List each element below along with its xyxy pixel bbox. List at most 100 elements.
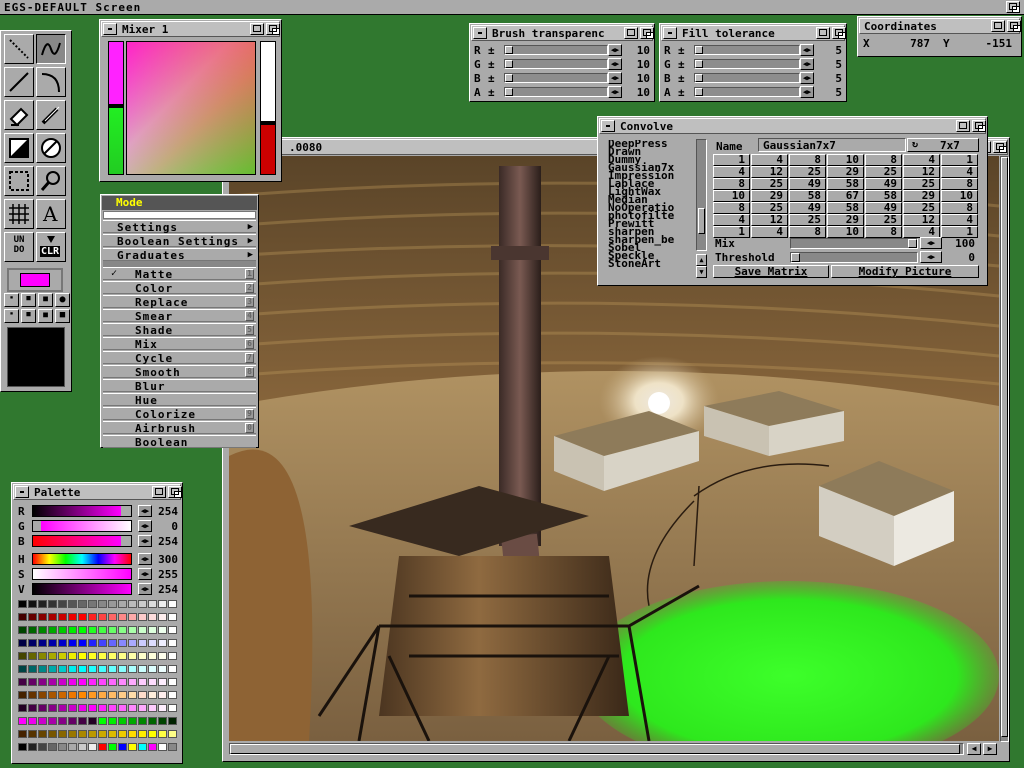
slider-track[interactable] [694, 87, 800, 97]
palette-swatch[interactable] [168, 691, 177, 699]
palette-swatch[interactable] [98, 626, 107, 634]
text-tool[interactable]: A [36, 199, 66, 229]
palette-swatch[interactable] [158, 743, 167, 751]
palette-g-slider[interactable]: G ◀▶ 0 [18, 520, 178, 533]
palette-swatch[interactable] [48, 743, 57, 751]
palette-swatch[interactable] [78, 613, 87, 621]
palette-swatch[interactable] [28, 743, 37, 751]
palette-swatch[interactable] [138, 613, 147, 621]
palette-swatch[interactable] [128, 652, 137, 660]
fill-b-slider[interactable]: B ± ◀▶ 5 [664, 72, 842, 85]
scroll-left-button[interactable]: ◀ [967, 743, 981, 755]
filter-list-scroll-knob[interactable] [698, 208, 705, 234]
palette-swatch[interactable] [38, 639, 47, 647]
palette-swatch[interactable] [118, 691, 127, 699]
palette-swatch[interactable] [88, 665, 97, 673]
palette-swatch[interactable] [88, 652, 97, 660]
palette-swatch[interactable] [68, 717, 77, 725]
palette-swatch[interactable] [158, 678, 167, 686]
clear-button[interactable]: CLR [36, 232, 66, 262]
palette-swatch[interactable] [98, 743, 107, 751]
mode-item[interactable]: Color 2 [103, 281, 256, 295]
palette-swatch[interactable] [58, 691, 67, 699]
palette-swatch[interactable] [158, 600, 167, 608]
filter-list-down-button[interactable]: ▼ [696, 266, 707, 278]
palette-swatch[interactable] [68, 743, 77, 751]
palette-swatch[interactable] [88, 730, 97, 738]
slider-knob[interactable] [505, 74, 513, 82]
slider-arrows[interactable]: ◀▶ [138, 568, 152, 580]
palette-swatch[interactable] [148, 665, 157, 673]
palette-swatch[interactable] [18, 613, 27, 621]
palette-swatch[interactable] [128, 626, 137, 634]
brush-size-grid[interactable]: ▪ ■ ■ ● ▪ ■ ■ ■ [4, 293, 70, 325]
coordinates-zoom-button[interactable] [991, 20, 1005, 32]
coordinates-title-bar[interactable]: Coordinates [859, 18, 1021, 34]
slider-arrows[interactable]: ◀▶ [138, 520, 152, 532]
palette-v-gradient[interactable] [32, 583, 132, 595]
palette-swatch[interactable] [128, 704, 137, 712]
palette-swatch[interactable] [58, 704, 67, 712]
brush-size-5[interactable]: ▪ [4, 309, 19, 323]
kernel-cell[interactable]: 4 [751, 226, 788, 238]
palette-swatch[interactable] [128, 691, 137, 699]
slider-arrows[interactable]: ◀▶ [138, 505, 152, 517]
palette-swatch[interactable] [148, 691, 157, 699]
slider-track[interactable] [694, 59, 800, 69]
palette-swatch[interactable] [148, 652, 157, 660]
mode-item[interactable]: Blur [103, 379, 256, 393]
palette-swatch[interactable] [138, 652, 147, 660]
slider-knob[interactable] [505, 60, 513, 68]
slider-track[interactable] [504, 73, 608, 83]
palette-g-gradient[interactable] [32, 520, 132, 532]
palette-swatch[interactable] [138, 678, 147, 686]
palette-swatch[interactable] [48, 704, 57, 712]
palette-swatch[interactable] [148, 717, 157, 725]
palette-swatch[interactable] [148, 613, 157, 621]
dotted-line-tool[interactable] [4, 34, 34, 64]
palette-swatch[interactable] [78, 704, 87, 712]
filter-list-item[interactable]: StoneArt [608, 258, 696, 269]
palette-swatch[interactable] [18, 704, 27, 712]
palette-s-gradient[interactable] [32, 568, 132, 580]
brush-a-slider[interactable]: A ± ◀▶ 10 [474, 86, 650, 99]
brush-size-2[interactable]: ■ [21, 293, 36, 307]
palette-swatch[interactable] [128, 600, 137, 608]
slider-knob[interactable] [505, 88, 513, 96]
slider-arrows[interactable]: ◀▶ [138, 583, 152, 595]
palette-swatch[interactable] [68, 665, 77, 673]
palette-h-slider[interactable]: H ◀▶ 300 [18, 553, 178, 566]
palette-swatch[interactable] [48, 691, 57, 699]
palette-swatch[interactable] [58, 743, 67, 751]
undo-button[interactable]: UN DO [4, 232, 34, 262]
palette-swatch[interactable] [48, 613, 57, 621]
brush-size-8[interactable]: ■ [55, 309, 70, 323]
palette-swatch[interactable] [168, 613, 177, 621]
brush-b-slider[interactable]: B ± ◀▶ 10 [474, 72, 650, 85]
palette-swatch[interactable] [138, 717, 147, 725]
mode-item[interactable]: Airbrush 0 [103, 421, 256, 435]
mix-arrows[interactable]: ◀▶ [920, 237, 942, 249]
palette-swatch[interactable] [118, 704, 127, 712]
palette-swatch[interactable] [98, 665, 107, 673]
palette-swatch[interactable] [118, 652, 127, 660]
fill-r-slider[interactable]: R ± ◀▶ 5 [664, 44, 842, 57]
palette-swatch[interactable] [38, 678, 47, 686]
palette-swatch[interactable] [98, 613, 107, 621]
palette-swatch[interactable] [28, 639, 37, 647]
slider-track[interactable] [694, 73, 800, 83]
convolve-close-button[interactable] [601, 120, 615, 132]
palette-swatch[interactable] [98, 691, 107, 699]
palette-swatch[interactable] [28, 613, 37, 621]
grid-tool[interactable] [4, 199, 34, 229]
palette-swatch[interactable] [18, 730, 27, 738]
palette-swatch[interactable] [118, 600, 127, 608]
coordinates-depth-button[interactable] [1007, 20, 1021, 32]
palette-swatch[interactable] [118, 639, 127, 647]
palette-swatch[interactable] [168, 665, 177, 673]
line-tool[interactable] [4, 67, 34, 97]
palette-swatch[interactable] [158, 691, 167, 699]
palette-zoom-button[interactable] [152, 486, 166, 498]
mode-item[interactable]: Mix 6 [103, 337, 256, 351]
palette-title-bar[interactable]: Palette [13, 484, 182, 500]
